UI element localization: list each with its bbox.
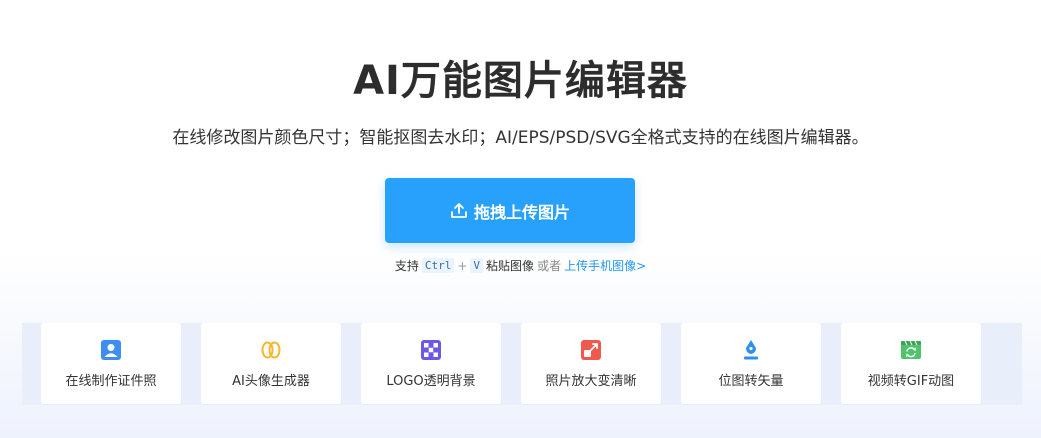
tool-card-logo-transparent[interactable]: LOGO透明背景 (361, 323, 501, 404)
tool-card-ai-avatar[interactable]: AI头像生成器 (201, 323, 341, 404)
tool-card-enlarge-photo[interactable]: 照片放大变清晰 (521, 323, 661, 404)
tool-label: 视频转GIF动图 (867, 374, 955, 389)
hint-prefix: 支持 (394, 259, 419, 273)
upload-button[interactable]: 拖拽上传图片 (385, 178, 635, 243)
paste-text: 粘贴图像 (486, 259, 535, 273)
upload-button-label: 拖拽上传图片 (473, 202, 570, 222)
plus-sign: + (457, 258, 468, 273)
page-title: AI万能图片编辑器 (353, 58, 688, 104)
tool-label: LOGO透明背景 (386, 374, 476, 389)
enlarge-photo-icon (581, 340, 601, 360)
tool-label: 在线制作证件照 (65, 374, 157, 389)
upload-icon (451, 202, 467, 218)
tool-label: 位图转矢量 (718, 374, 784, 389)
transparent-background-icon (421, 340, 441, 360)
tool-label: 照片放大变清晰 (545, 374, 637, 389)
page-subtitle: 在线修改图片颜色尺寸；智能抠图去水印；AI/EPS/PSD/SVG全格式支持的在… (172, 128, 869, 148)
v-key: V (470, 258, 484, 273)
ctrl-key: Ctrl (421, 258, 455, 273)
avatar-generator-icon (261, 341, 281, 359)
or-text: 或者 (537, 259, 562, 273)
tool-card-video-to-gif[interactable]: 视频转GIF动图 (841, 323, 981, 404)
video-to-gif-icon (901, 340, 921, 359)
upload-mobile-link[interactable]: 上传手机图像> (564, 257, 646, 274)
vectorize-pen-icon (744, 340, 758, 360)
tool-card-id-photo[interactable]: 在线制作证件照 (41, 323, 181, 404)
tool-card-vectorize[interactable]: 位图转矢量 (681, 323, 821, 404)
id-photo-icon (101, 340, 121, 360)
tool-label: AI头像生成器 (232, 374, 310, 389)
paste-hint: 支持 Ctrl + V 粘贴图像 或者 上传手机图像> (0, 257, 1041, 274)
